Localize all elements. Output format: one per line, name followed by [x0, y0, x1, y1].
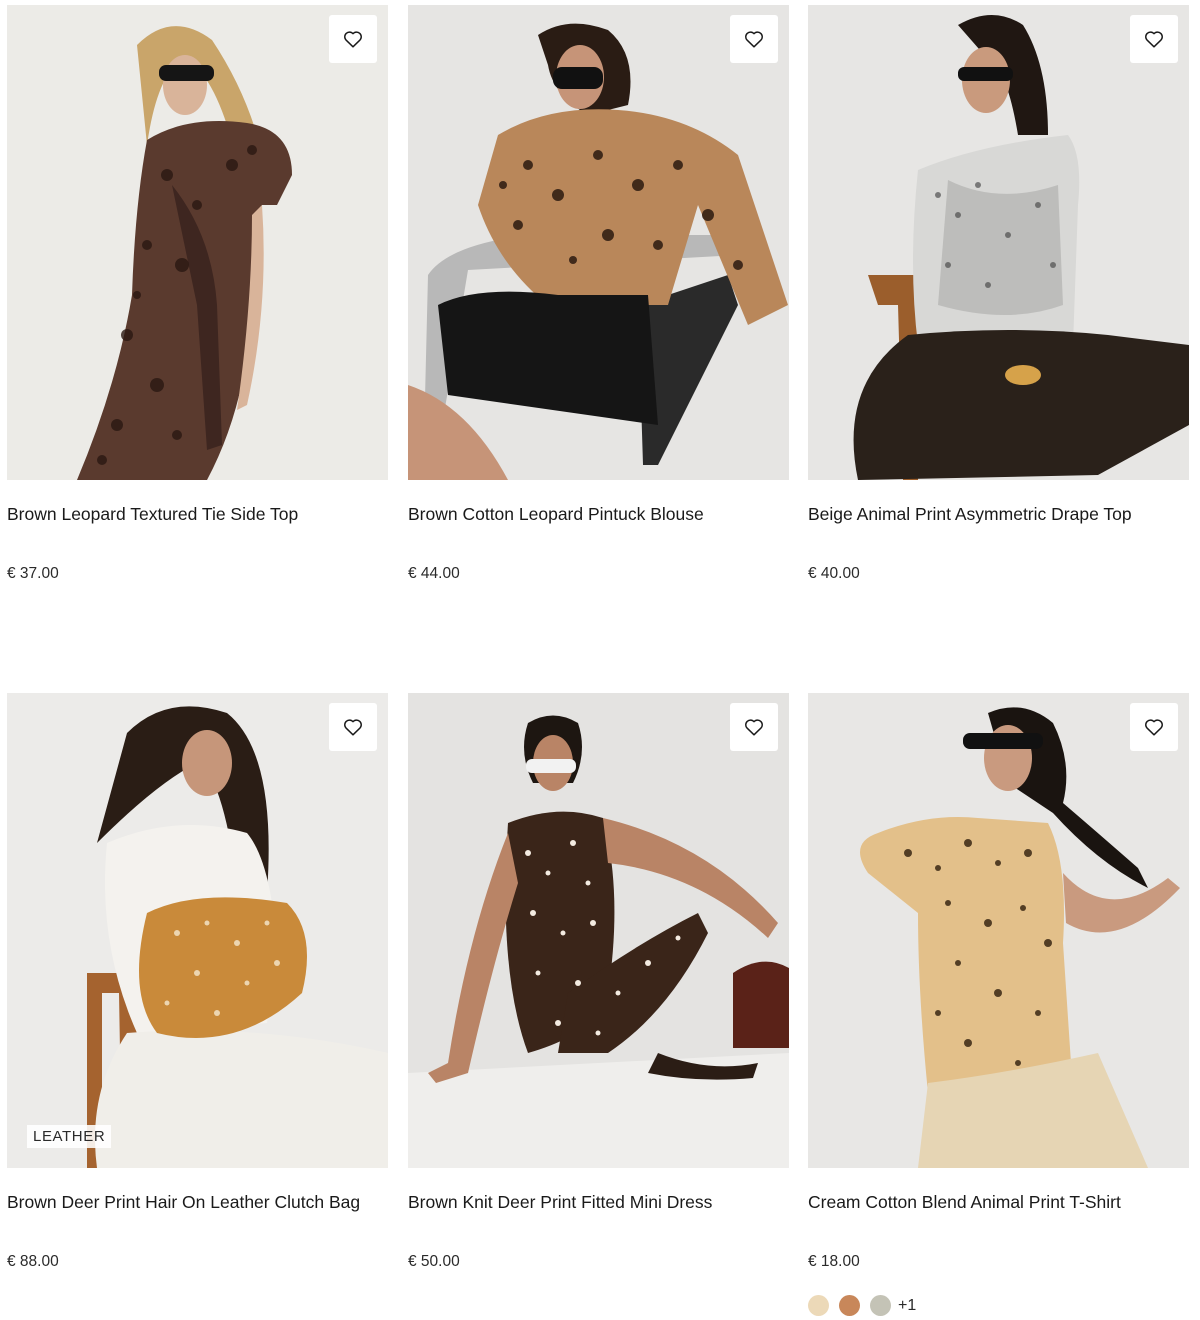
heart-outline-icon	[745, 719, 763, 736]
product-title[interactable]: Cream Cotton Blend Animal Print T-Shirt	[808, 1191, 1189, 1213]
model-photo-leopard-blouse	[408, 5, 789, 480]
product-price: € 50.00	[408, 1253, 460, 1270]
product-title[interactable]: Beige Animal Print Asymmetric Drape Top	[808, 503, 1189, 525]
product-image[interactable]	[808, 5, 1189, 480]
heart-outline-icon	[344, 719, 362, 736]
product-image[interactable]	[7, 5, 388, 480]
color-swatch[interactable]	[870, 1295, 891, 1316]
product-title[interactable]: Brown Knit Deer Print Fitted Mini Dress	[408, 1191, 789, 1213]
wishlist-button[interactable]	[329, 15, 377, 63]
product-price: € 18.00	[808, 1253, 860, 1270]
product-image[interactable]	[408, 693, 789, 1168]
product-price: € 40.00	[808, 565, 860, 582]
product-image[interactable]	[808, 693, 1189, 1168]
wishlist-button[interactable]	[329, 703, 377, 751]
wishlist-button[interactable]	[1130, 703, 1178, 751]
product-image[interactable]	[408, 5, 789, 480]
color-swatches: +1	[808, 1295, 916, 1316]
model-photo-knit-dress	[408, 693, 789, 1168]
product-title[interactable]: Brown Cotton Leopard Pintuck Blouse	[408, 503, 789, 525]
heart-outline-icon	[745, 31, 763, 48]
wishlist-button[interactable]	[730, 15, 778, 63]
product-grid: Brown Leopard Textured Tie Side Top € 37…	[0, 0, 1200, 1320]
color-swatch[interactable]	[839, 1295, 860, 1316]
heart-outline-icon	[344, 31, 362, 48]
product-price: € 37.00	[7, 565, 59, 582]
color-swatch[interactable]	[808, 1295, 829, 1316]
product-image[interactable]: LEATHER	[7, 693, 388, 1168]
product-title[interactable]: Brown Leopard Textured Tie Side Top	[7, 503, 388, 525]
wishlist-button[interactable]	[730, 703, 778, 751]
model-photo-clutch-bag	[7, 693, 388, 1168]
more-colors-link[interactable]: +1	[898, 1297, 916, 1315]
heart-outline-icon	[1145, 31, 1163, 48]
material-badge: LEATHER	[27, 1125, 112, 1148]
wishlist-button[interactable]	[1130, 15, 1178, 63]
product-price: € 44.00	[408, 565, 460, 582]
product-title[interactable]: Brown Deer Print Hair On Leather Clutch …	[7, 1191, 388, 1213]
product-price: € 88.00	[7, 1253, 59, 1270]
model-photo-animal-tshirt	[808, 693, 1189, 1168]
model-photo-leopard-dress	[7, 5, 388, 480]
model-photo-drape-top	[808, 5, 1189, 480]
heart-outline-icon	[1145, 719, 1163, 736]
